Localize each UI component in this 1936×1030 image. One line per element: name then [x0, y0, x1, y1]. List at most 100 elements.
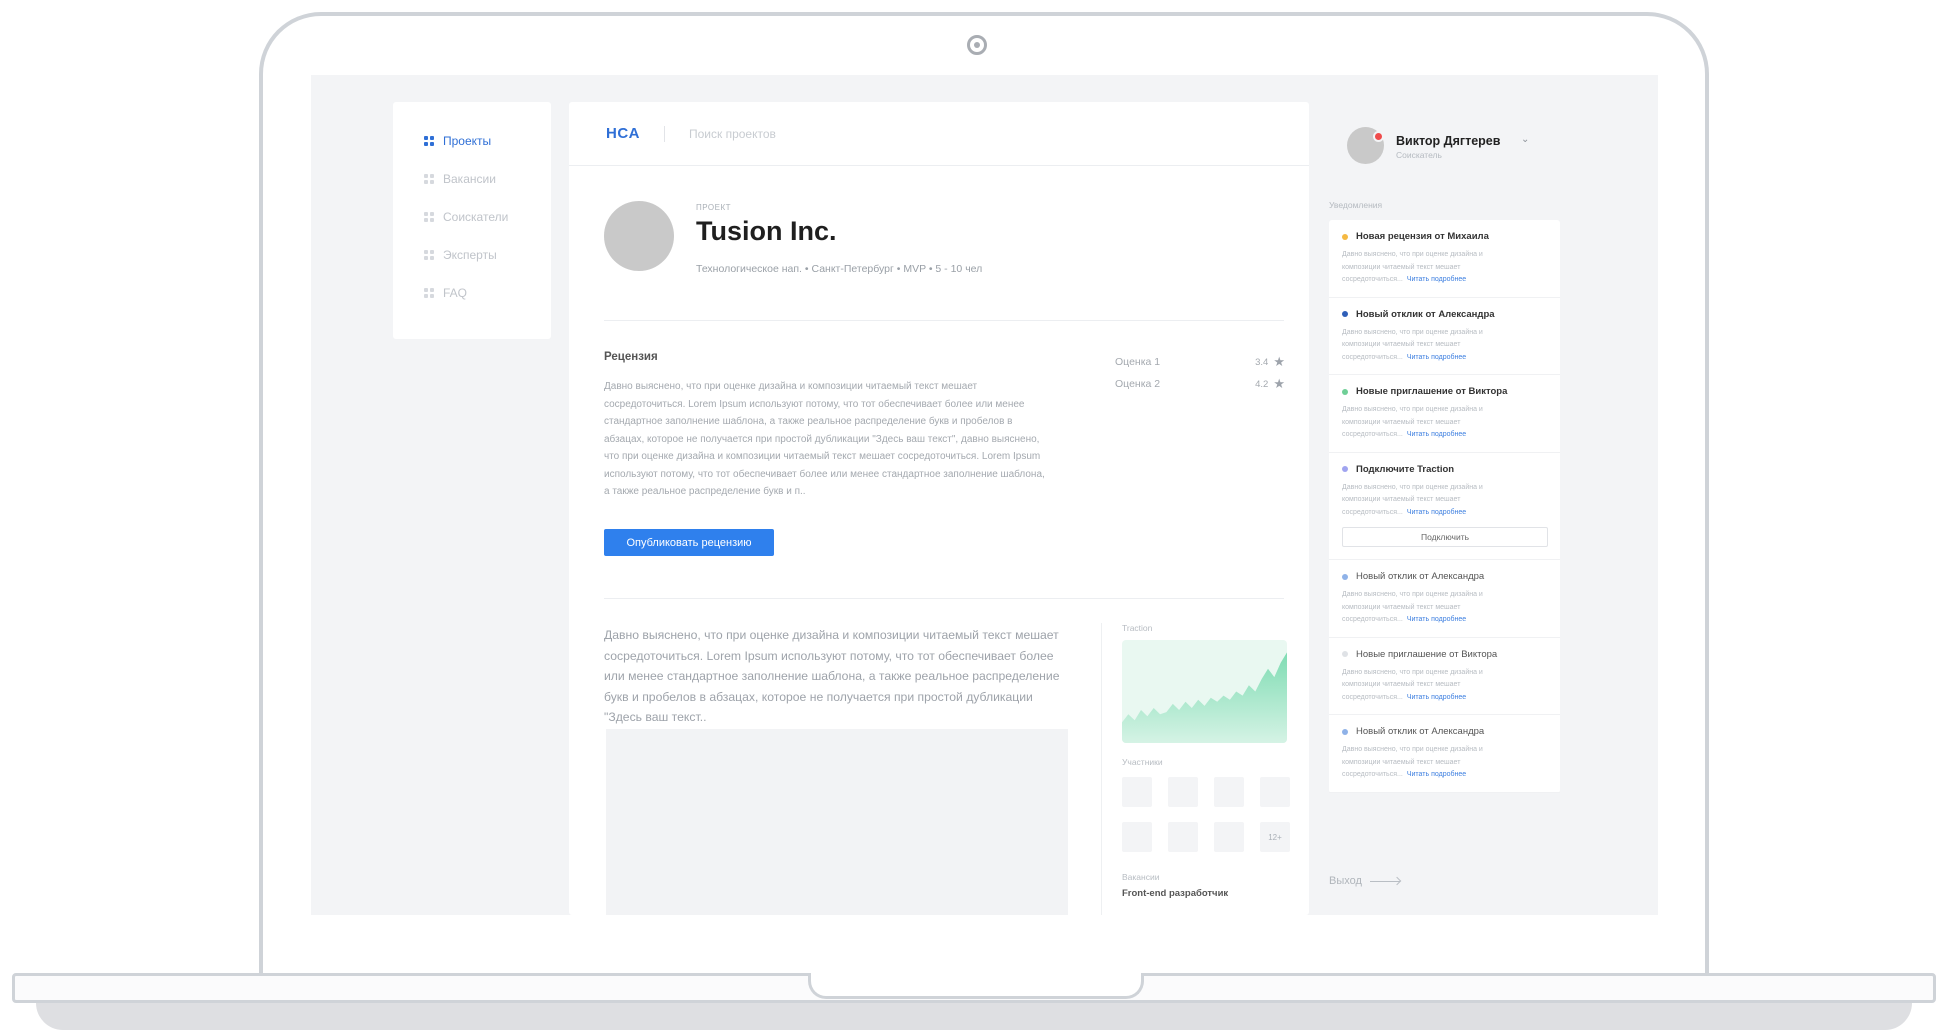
- nav-item-projects[interactable]: Проекты: [393, 122, 551, 160]
- nav-item-label: Соискатели: [443, 210, 509, 224]
- vacancies: Вакансии Front-end разработчик: [1122, 872, 1309, 899]
- notification-body: Давно выяснено, что при оценке дизайна и…: [1342, 249, 1522, 287]
- logo[interactable]: HCA: [606, 125, 640, 142]
- notification-body: Давно выяснено, что при оценке дизайна и…: [1342, 589, 1522, 627]
- status-dot-icon: [1342, 728, 1348, 735]
- project-title: Tusion Inc.: [696, 216, 837, 246]
- chevron-down-icon[interactable]: ⌄: [1521, 134, 1529, 145]
- description-text: Давно выяснено, что при оценке дизайна и…: [604, 628, 1060, 724]
- notification-item[interactable]: Новые приглашение от Виктора Давно выясне…: [1329, 375, 1560, 453]
- nav-item-faq[interactable]: FAQ: [393, 274, 551, 312]
- description-section: Давно выяснено, что при оценке дизайна и…: [604, 599, 1309, 915]
- arrow-right-icon: [1369, 880, 1400, 882]
- notification-item[interactable]: Новые приглашение от Виктора Давно выясне…: [1329, 638, 1560, 715]
- read-more-link[interactable]: Читать подробнее: [1407, 616, 1466, 623]
- grid-icon: [424, 174, 434, 184]
- notification-body: Давно выяснено, что при оценке дизайна и…: [1342, 744, 1522, 782]
- traction-area: [1122, 652, 1287, 743]
- notification-header: Новый отклик от Александра: [1342, 726, 1548, 737]
- review-text: Давно выяснено, что при оценке дизайна и…: [604, 381, 1045, 497]
- read-more-link[interactable]: Читать подробнее: [1407, 694, 1466, 701]
- participant-avatar[interactable]: [1122, 822, 1152, 852]
- logout-label: Выход: [1329, 875, 1362, 887]
- participant-avatar[interactable]: [1122, 777, 1152, 807]
- scores: Оценка 1 3.4 ★ Оценка 2 4.2 ★: [1115, 351, 1285, 395]
- nav-item-applicants[interactable]: Соискатели: [393, 198, 551, 236]
- participants-label: Участники: [1122, 757, 1163, 767]
- connect-button[interactable]: Подключить: [1342, 527, 1548, 547]
- user-profile[interactable]: Виктор Дягтерев Соискатель ⌄: [1337, 100, 1637, 170]
- notification-body: Давно выяснено, что при оценке дизайна и…: [1342, 667, 1522, 705]
- notification-item[interactable]: Новая рецензия от Михаила Давно выяснено,…: [1329, 220, 1560, 298]
- status-dot-icon: [1342, 573, 1348, 580]
- notification-header: Новые приглашение от Виктора: [1342, 386, 1548, 397]
- star-icon: ★: [1273, 376, 1285, 391]
- read-more-link[interactable]: Читать подробнее: [1407, 771, 1466, 778]
- laptop-base-shadow: [36, 1003, 1912, 1030]
- logout-link[interactable]: Выход: [1329, 875, 1400, 887]
- notifications-panel: Новая рецензия от Михаила Давно выяснено,…: [1329, 220, 1560, 793]
- participants-more[interactable]: 12+: [1260, 822, 1290, 852]
- notifications-label: Уведомления: [1329, 200, 1383, 210]
- notification-item[interactable]: Новый отклик от Александра Давно выяснено…: [1329, 298, 1560, 375]
- nav-item-label: Вакансии: [443, 172, 496, 186]
- project-avatar: [604, 201, 674, 271]
- participant-avatar[interactable]: [1260, 777, 1290, 807]
- app-screen: Проекты Вакансии Соискатели Эксперты FAQ…: [311, 75, 1658, 915]
- notification-badge: [1373, 131, 1384, 142]
- notification-header: Новый отклик от Александра: [1342, 309, 1548, 320]
- status-dot-icon: [1342, 651, 1348, 657]
- read-more-link[interactable]: Читать подробнее: [1407, 431, 1466, 438]
- read-more-link[interactable]: Читать подробнее: [1407, 354, 1466, 361]
- score-value: 3.4 ★: [1255, 354, 1285, 370]
- project-meta: Технологическое нап. • Санкт-Петербург •…: [696, 263, 983, 275]
- notification-item[interactable]: Новый отклик от Александра Давно выяснено…: [1329, 715, 1560, 793]
- notification-header: Подключите Traction: [1342, 464, 1548, 475]
- project-sidebar: Traction Участники 12+ Вакансии Front-en…: [1101, 623, 1309, 915]
- notification-body: Давно выяснено, что при оценке дизайна и…: [1342, 482, 1522, 520]
- notification-title: Новая рецензия от Михаила: [1356, 231, 1489, 242]
- read-more-link[interactable]: Читать подробнее: [1407, 276, 1466, 283]
- score-label: Оценка 2: [1115, 378, 1161, 390]
- search-input[interactable]: [689, 126, 989, 141]
- user-name: Виктор Дягтерев: [1396, 134, 1501, 148]
- publish-review-button[interactable]: Опубликовать рецензию: [604, 529, 774, 556]
- vacancies-label: Вакансии: [1122, 872, 1160, 882]
- camera-icon: [967, 35, 987, 55]
- score-number: 4.2: [1255, 378, 1269, 390]
- notification-header: Новые приглашение от Виктора: [1342, 649, 1548, 660]
- notification-title: Новый отклик от Александра: [1356, 571, 1485, 582]
- vacancy-item[interactable]: Front-end разработчик: [1122, 888, 1309, 899]
- nav-item-label: Проекты: [443, 134, 492, 148]
- nav-item-experts[interactable]: Эксперты: [393, 236, 551, 274]
- read-more-link[interactable]: Читать подробнее: [1407, 509, 1466, 516]
- notification-title: Новый отклик от Александра: [1356, 308, 1495, 320]
- participant-avatar[interactable]: [1214, 777, 1244, 807]
- status-dot-icon: [1342, 466, 1348, 472]
- status-dot-icon: [1342, 233, 1348, 240]
- divider: [664, 125, 665, 142]
- participant-avatar[interactable]: [1168, 822, 1198, 852]
- review-title: Рецензия: [604, 351, 658, 363]
- notification-item[interactable]: Новый отклик от Александра Давно выяснено…: [1329, 560, 1560, 638]
- score-value: 4.2 ★: [1255, 376, 1285, 392]
- nav-item-label: Эксперты: [443, 248, 497, 262]
- top-bar: HCA: [569, 102, 1309, 166]
- notification-title: Новые приглашение от Виктора: [1356, 648, 1498, 660]
- notification-header: Новая рецензия от Михаила: [1342, 231, 1548, 242]
- notification-title: Новый отклик от Александра: [1356, 726, 1485, 737]
- participant-avatar[interactable]: [1168, 777, 1198, 807]
- score-number: 3.4: [1255, 356, 1269, 368]
- notification-body: Давно выяснено, что при оценке дизайна и…: [1342, 404, 1522, 442]
- participant-avatar[interactable]: [1214, 822, 1244, 852]
- participants: Участники 12+: [1122, 757, 1309, 852]
- notification-header: Новый отклик от Александра: [1342, 571, 1548, 582]
- star-icon: ★: [1273, 354, 1285, 369]
- score-row: Оценка 1 3.4 ★: [1115, 351, 1285, 373]
- traction-chart[interactable]: [1122, 640, 1287, 743]
- notification-item[interactable]: Подключите Traction Давно выяснено, что п…: [1329, 453, 1560, 560]
- nav-item-vacancies[interactable]: Вакансии: [393, 160, 551, 198]
- notification-title: Подключите Traction: [1356, 463, 1455, 475]
- project-header: проект Tusion Inc. Технологическое нап. …: [604, 166, 1284, 321]
- grid-icon: [424, 288, 434, 298]
